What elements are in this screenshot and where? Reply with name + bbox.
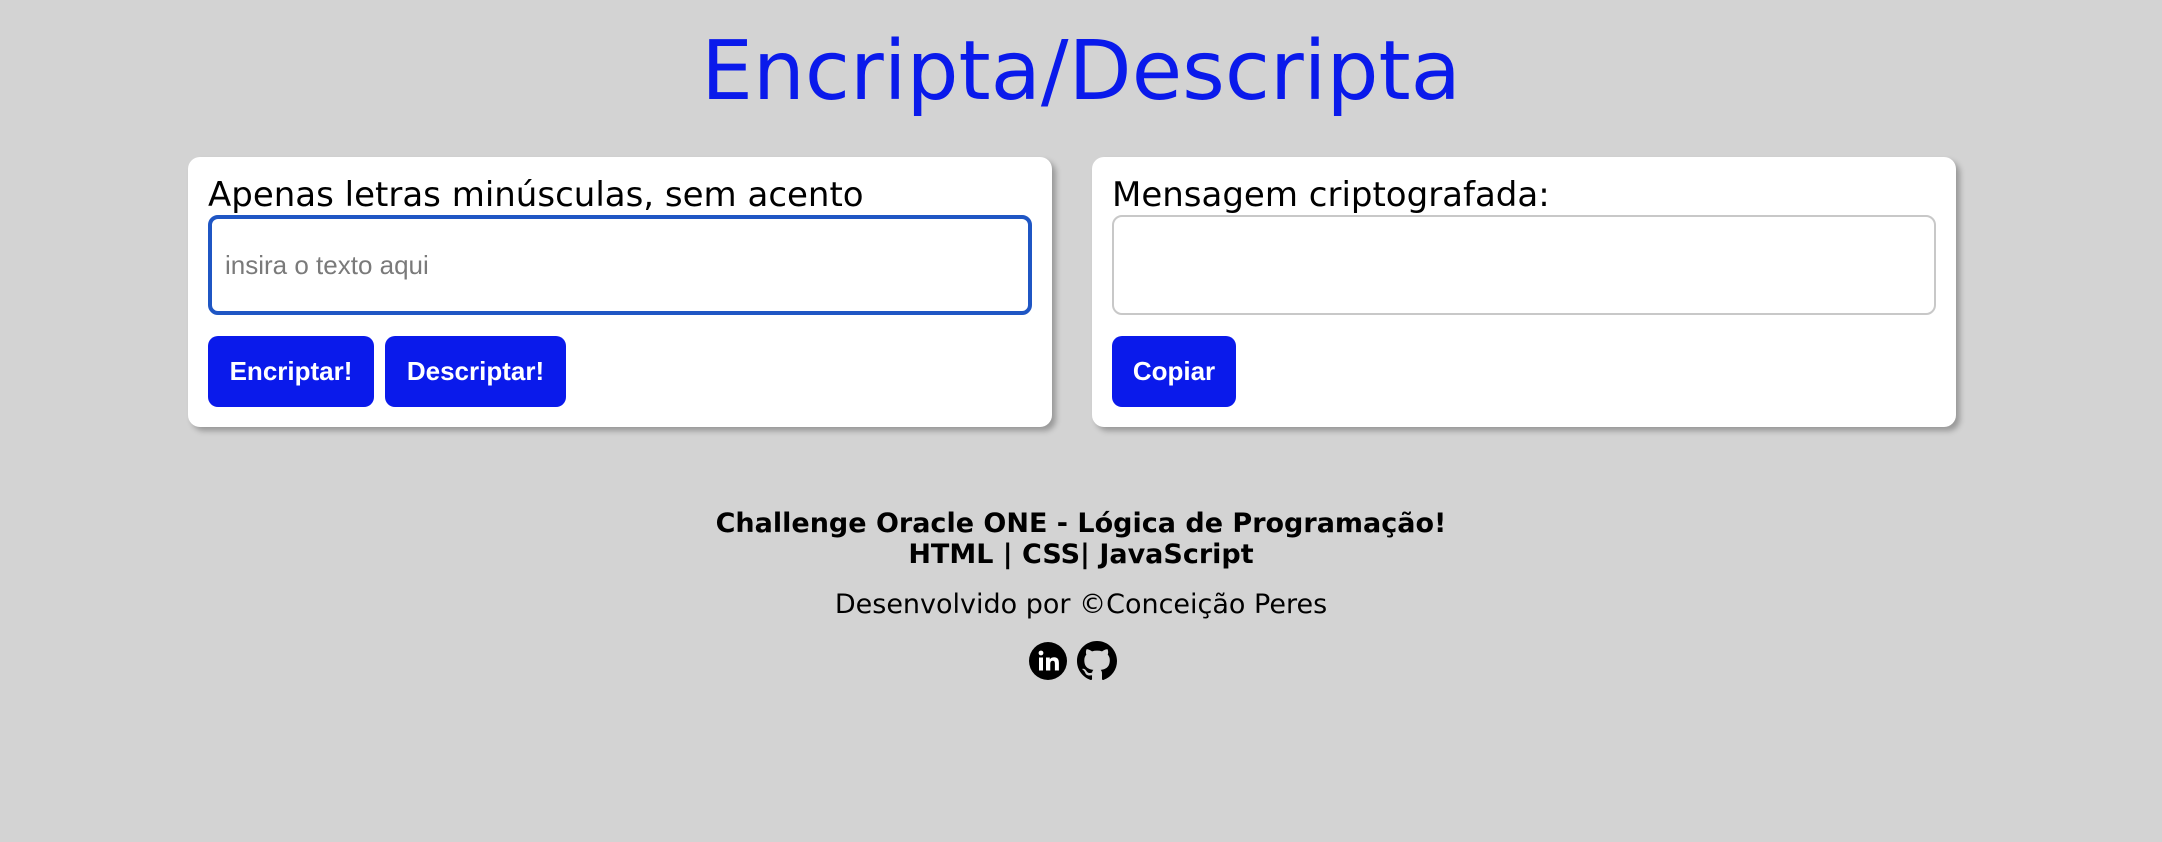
github-icon xyxy=(1077,641,1117,681)
github-link[interactable] xyxy=(1077,641,1117,681)
encrypt-panel-label: Apenas letras minúsculas, sem acento xyxy=(208,175,864,215)
decrypt-button[interactable]: Descriptar! xyxy=(385,336,566,407)
page-title: Encripta/Descripta xyxy=(701,24,1461,119)
linkedin-link[interactable] xyxy=(1028,641,1068,681)
linkedin-icon xyxy=(1029,642,1067,680)
social-links xyxy=(1028,641,1117,681)
output-panel-label: Mensagem criptografada: xyxy=(1112,175,1550,215)
footer-credit: Desenvolvido por ©Conceição Peres xyxy=(834,589,1328,620)
output-field[interactable] xyxy=(1112,215,1936,315)
text-input[interactable] xyxy=(208,215,1032,315)
output-panel: Mensagem criptografada: Copiar xyxy=(1092,157,1956,427)
footer-tech-text: HTML | CSS| JavaScript xyxy=(908,539,1254,570)
copy-button[interactable]: Copiar xyxy=(1112,336,1236,407)
footer-challenge-text: Challenge Oracle ONE - Lógica de Program… xyxy=(715,508,1447,539)
encrypt-panel: Apenas letras minúsculas, sem acento Enc… xyxy=(188,157,1052,427)
encrypt-button[interactable]: Encriptar! xyxy=(208,336,374,407)
